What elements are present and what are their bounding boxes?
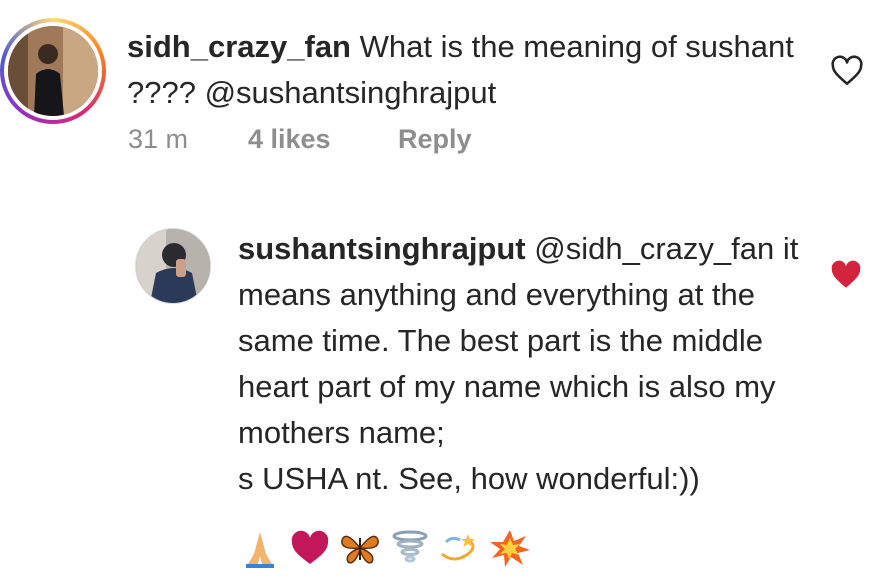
avatar[interactable] <box>135 228 211 304</box>
folded-hands-icon <box>246 532 274 568</box>
heart-filled-icon[interactable] <box>829 258 863 292</box>
reply-button[interactable]: Reply <box>398 124 472 155</box>
heart-outline-icon[interactable] <box>830 54 864 88</box>
avatar-image <box>8 26 98 116</box>
avatar[interactable] <box>8 26 98 116</box>
comment-time: 31 m <box>128 124 189 154</box>
emoji-row <box>238 525 532 571</box>
reply-body-line2: s USHA nt. See, how wonderful:)) <box>238 461 700 496</box>
avatar-image <box>136 229 210 303</box>
reply-username[interactable]: sushantsinghrajput <box>238 231 526 266</box>
dizzy-icon <box>441 534 475 561</box>
comment-text: sidh_crazy_fan What is the meaning of su… <box>127 24 807 116</box>
comment-likes[interactable]: 4 likes <box>248 124 398 155</box>
butterfly-icon <box>341 535 379 564</box>
collision-icon <box>490 530 530 567</box>
heart-icon <box>291 530 329 564</box>
tornado-icon <box>392 530 428 563</box>
comment-username[interactable]: sidh_crazy_fan <box>127 29 351 64</box>
comment-meta: 31 m 4 likes Reply <box>128 124 472 155</box>
reply-text: sushantsinghrajput @sidh_crazy_fan it me… <box>238 226 808 502</box>
